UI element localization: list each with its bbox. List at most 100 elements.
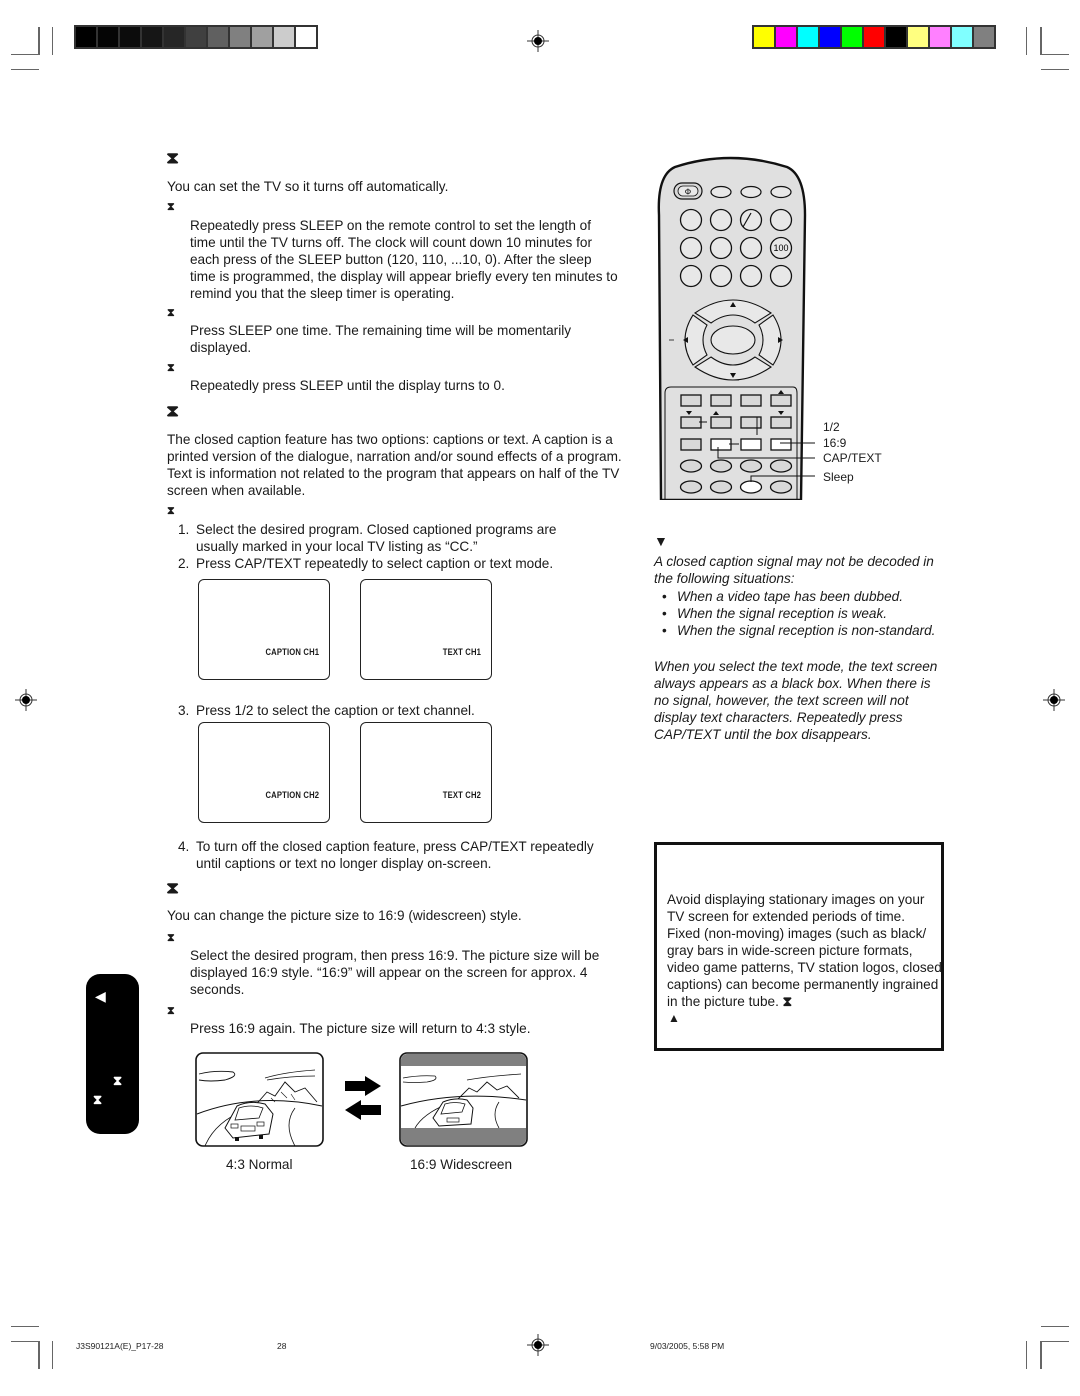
oval-key[interactable] xyxy=(709,459,733,473)
number-key[interactable] xyxy=(709,236,733,260)
grayscale-calibration-bar xyxy=(74,25,318,49)
arrow-left-icon xyxy=(345,1100,381,1120)
grayscale-swatch xyxy=(208,27,228,47)
callout-half-label: 1/2 xyxy=(823,420,840,434)
dpad xyxy=(684,299,782,381)
function-key[interactable] xyxy=(740,394,762,407)
number-key[interactable] xyxy=(769,264,793,288)
function-key[interactable] xyxy=(770,438,792,451)
color-swatch xyxy=(864,27,884,47)
registration-mark-left xyxy=(15,689,37,711)
picture-size-intro: You can change the picture size to 16:9 … xyxy=(167,908,522,923)
callout-captext-label: CAP/TEXT xyxy=(823,451,882,465)
caption-ch2-label: CAPTION CH2 xyxy=(265,790,319,800)
number-key[interactable] xyxy=(679,264,703,288)
sleep-timer-heading-glyph: ⧗ xyxy=(166,150,180,167)
sleep-step-2-text: Press SLEEP one time. The remaining time… xyxy=(190,323,572,355)
picture-step-1-text: Select the desired program, then press 1… xyxy=(190,948,600,997)
caption-ch1-screen: CAPTION CH1 xyxy=(198,579,330,680)
side-tab-triangle-glyph: ◀ xyxy=(95,988,106,1004)
sleep-step-2-glyph: ⧗ xyxy=(167,307,175,319)
note-bullets: • When a video tape has been dubbed. • Whe… xyxy=(662,588,962,639)
cc-step-2-num: 2. xyxy=(178,556,190,571)
note-text-mode: When you select the text mode, the text … xyxy=(654,659,938,742)
callout-16-9-label: 16:9 xyxy=(823,436,847,450)
text-ch1-label: TEXT CH1 xyxy=(442,647,481,657)
cc-step-3-num: 3. xyxy=(178,703,190,718)
oval-key[interactable] xyxy=(739,459,763,473)
grayscale-swatch xyxy=(142,27,162,47)
callout-sleep-label: Sleep xyxy=(823,470,854,484)
warning-text: Avoid displaying stationary images on yo… xyxy=(667,892,942,1009)
footer-file-id: J3S90121A(E)_P17-28 xyxy=(76,1341,164,1351)
oval-key[interactable] xyxy=(769,480,793,494)
registration-mark-top xyxy=(527,30,549,52)
picture-step-2-glyph: ⧗ xyxy=(167,1005,175,1017)
arrow-right-icon xyxy=(345,1076,381,1096)
grayscale-swatch xyxy=(98,27,118,47)
oval-key[interactable] xyxy=(679,480,703,494)
color-swatch xyxy=(776,27,796,47)
function-key[interactable] xyxy=(770,394,792,407)
grayscale-swatch xyxy=(274,27,294,47)
color-swatch xyxy=(952,27,972,47)
color-swatch xyxy=(754,27,774,47)
number-key[interactable] xyxy=(679,236,703,260)
number-key[interactable] xyxy=(769,208,793,232)
function-key[interactable] xyxy=(680,438,702,451)
side-tab-glyph-1: ⧗ xyxy=(113,1073,123,1088)
cc-step-1-text: Select the desired program. Closed capti… xyxy=(196,522,557,554)
registration-mark-bottom xyxy=(527,1334,549,1356)
function-key[interactable] xyxy=(680,394,702,407)
cc-step-4-text: To turn off the closed caption feature, … xyxy=(196,839,594,871)
number-key[interactable] xyxy=(739,208,763,232)
color-calibration-bar xyxy=(752,25,996,49)
sleep-step-3-text: Repeatedly press SLEEP until the display… xyxy=(190,378,505,393)
grayscale-swatch xyxy=(164,27,184,47)
cc-step-3: 3. Press 1/2 to select the caption or te… xyxy=(178,702,598,719)
top-oval-button-4 xyxy=(770,185,792,199)
burn-in-warning-box: Avoid displaying stationary images on yo… xyxy=(654,842,944,1051)
picture-size-heading-glyph: ⧗ xyxy=(166,880,180,897)
registration-mark-right xyxy=(1043,689,1065,711)
top-oval-button-2 xyxy=(710,185,732,199)
normal-4-3-label: 4:3 Normal xyxy=(226,1157,293,1172)
function-key[interactable] xyxy=(680,416,702,429)
text-ch2-screen: TEXT CH2 xyxy=(360,722,492,823)
widescreen-16-9-illustration xyxy=(399,1052,528,1147)
function-key[interactable] xyxy=(710,416,732,429)
cc-step-4-num: 4. xyxy=(178,839,190,854)
cc-step-1: 1. Select the desired program. Closed ca… xyxy=(178,521,598,555)
grayscale-swatch xyxy=(76,27,96,47)
function-key[interactable] xyxy=(740,416,762,429)
function-key[interactable] xyxy=(740,438,762,451)
caption-ch1-label: CAPTION CH1 xyxy=(265,647,319,657)
side-tab-glyph-2: ⧗ xyxy=(93,1092,103,1107)
number-key[interactable] xyxy=(679,208,703,232)
widescreen-16-9-label: 16:9 Widescreen xyxy=(410,1157,513,1172)
function-key[interactable] xyxy=(710,438,732,451)
function-key[interactable] xyxy=(770,416,792,429)
oval-key[interactable] xyxy=(709,480,733,494)
number-key[interactable] xyxy=(739,264,763,288)
number-key[interactable] xyxy=(709,264,733,288)
closed-caption-intro: The closed caption feature has two optio… xyxy=(167,432,622,498)
footer-page-number: 28 xyxy=(277,1341,287,1351)
number-key[interactable] xyxy=(709,208,733,232)
picture-step-2-text: Press 16:9 again. The picture size will … xyxy=(190,1021,531,1036)
closed-caption-sub-glyph: ⧗ xyxy=(167,505,175,517)
oval-key[interactable] xyxy=(679,459,703,473)
note-bullet-3: • When the signal reception is non-standa… xyxy=(662,623,936,638)
function-key[interactable] xyxy=(710,394,732,407)
grayscale-swatch xyxy=(186,27,206,47)
grayscale-swatch xyxy=(120,27,140,47)
top-oval-button-3 xyxy=(740,185,762,199)
cc-step-1-num: 1. xyxy=(178,522,190,537)
text-ch1-screen: TEXT CH1 xyxy=(360,579,492,680)
number-key[interactable] xyxy=(739,236,763,260)
cc-step-2-text: Press CAP/TEXT repeatedly to select capt… xyxy=(196,556,554,571)
oval-key[interactable] xyxy=(769,459,793,473)
color-swatch xyxy=(842,27,862,47)
note-glyph: ▼ xyxy=(654,533,668,549)
sleep-key[interactable] xyxy=(739,480,763,494)
